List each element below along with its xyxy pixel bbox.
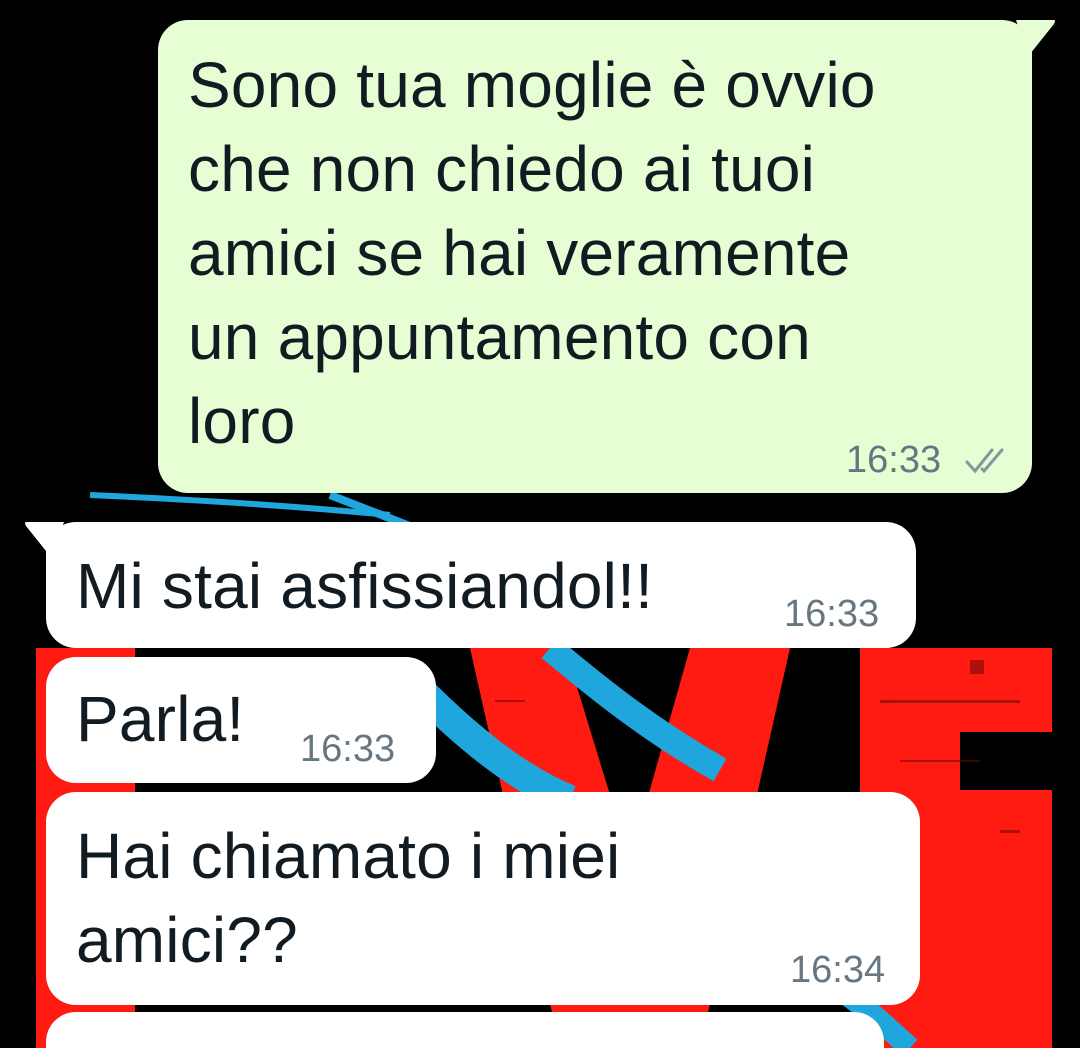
chat-screen: Sono tua moglie è ovvio che non chiedo a… — [0, 0, 1080, 1048]
message-bubble-incoming[interactable]: Mi stai asfissiandol!! 16:33 — [25, 522, 916, 648]
message-bubble-incoming[interactable]: Hai chiamato i miei amici?? 16:34 — [46, 792, 920, 1005]
message-timestamp: 16:33 — [784, 593, 880, 635]
message-text: Mi stai asfissiandol!! — [76, 550, 654, 622]
message-bubble-incoming-partial[interactable] — [46, 1012, 884, 1048]
double-check-icon — [965, 448, 1004, 474]
message-bubble-incoming[interactable]: Parla! 16:33 — [46, 657, 436, 783]
bubble-tail — [1016, 20, 1055, 55]
message-bubble-outgoing[interactable]: Sono tua moglie è ovvio che non chiedo a… — [158, 20, 1055, 493]
message-text: Sono tua moglie è ovvio che non chiedo a… — [188, 49, 876, 457]
message-timestamp: 16:34 — [790, 949, 886, 991]
message-timestamp: 16:33 — [846, 439, 942, 481]
message-timestamp: 16:33 — [300, 728, 396, 770]
message-text: Hai chiamato i miei amici?? — [76, 820, 621, 976]
message-text: Parla! — [76, 683, 245, 755]
bubble-tail — [25, 522, 64, 557]
